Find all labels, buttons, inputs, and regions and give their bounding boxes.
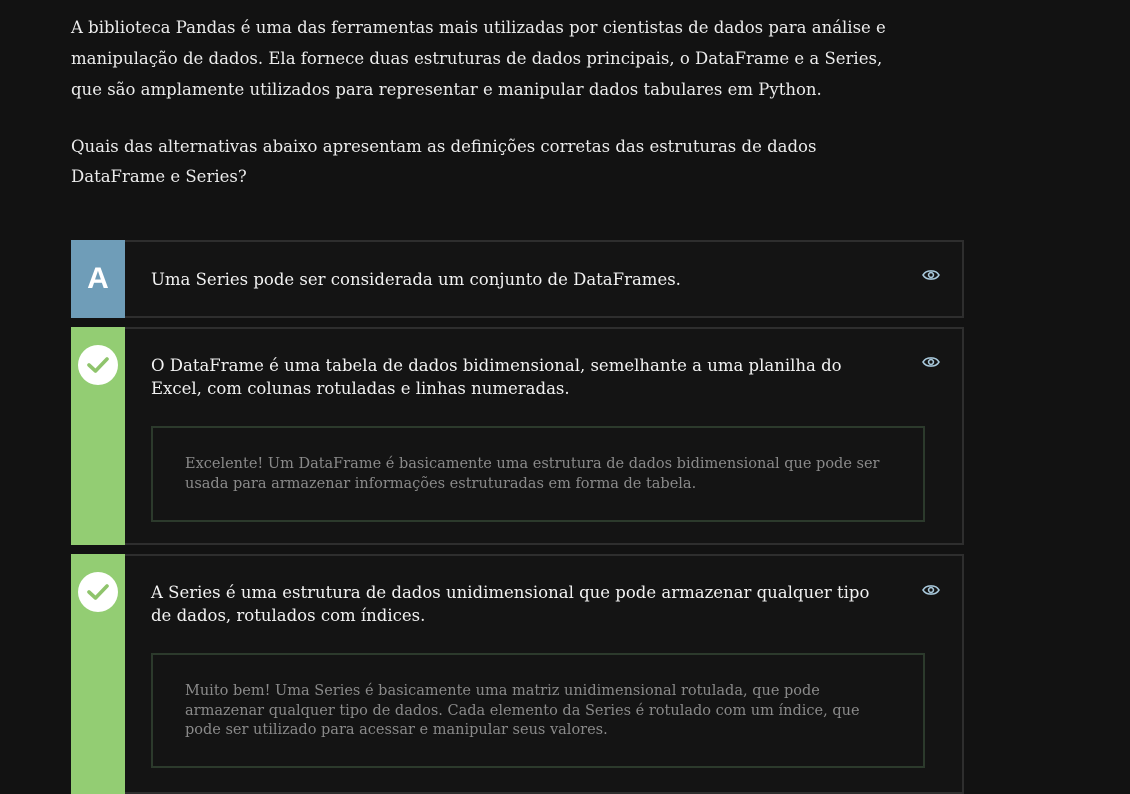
feedback-text: Excelente! Um DataFrame é basicamente um… (185, 456, 880, 492)
check-icon (87, 357, 109, 373)
option-letter-badge: A (71, 240, 125, 318)
option-b[interactable]: O DataFrame é uma tabela de dados bidime… (71, 327, 964, 545)
check-icon (87, 584, 109, 600)
eye-icon[interactable] (922, 355, 940, 369)
question-stem: A biblioteca Pandas é uma das ferramenta… (71, 12, 891, 192)
option-text: A Series é uma estrutura de dados unidim… (151, 583, 870, 625)
option-text: Uma Series pode ser considerada um conju… (151, 270, 681, 289)
correct-badge (71, 554, 125, 794)
feedback-box: Excelente! Um DataFrame é basicamente um… (151, 426, 925, 522)
feedback-box: Muito bem! Uma Series é basicamente uma … (151, 653, 925, 768)
eye-icon[interactable] (922, 583, 940, 597)
intro-paragraph: A biblioteca Pandas é uma das ferramenta… (71, 18, 886, 99)
option-c[interactable]: A Series é uma estrutura de dados unidim… (71, 554, 964, 794)
option-a[interactable]: A Uma Series pode ser considerada um con… (71, 240, 964, 318)
option-letter: A (87, 262, 109, 295)
question-text: Quais das alternativas abaixo apresentam… (71, 137, 817, 186)
eye-icon[interactable] (922, 268, 940, 282)
feedback-text: Muito bem! Uma Series é basicamente uma … (185, 683, 860, 738)
correct-badge (71, 327, 125, 545)
check-circle (78, 572, 118, 612)
check-circle (78, 345, 118, 385)
option-text: O DataFrame é uma tabela de dados bidime… (151, 356, 842, 398)
